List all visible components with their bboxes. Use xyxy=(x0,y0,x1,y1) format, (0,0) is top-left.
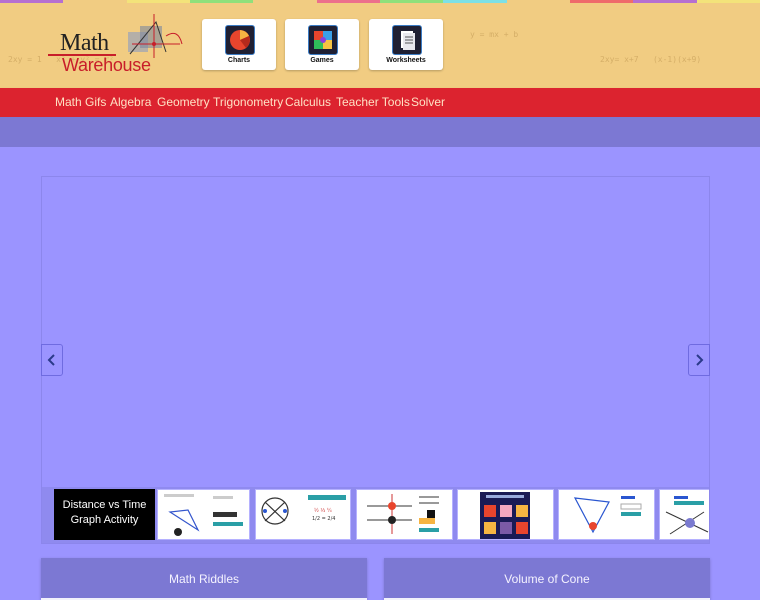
svg-text:1/2 = 2/4: 1/2 = 2/4 xyxy=(312,516,335,522)
svg-text:½ ⅓ ¼: ½ ⅓ ¼ xyxy=(314,507,332,514)
thumbnail-triangle-proof[interactable] xyxy=(558,489,655,540)
logo-text-math: Math xyxy=(60,30,109,56)
card-title: Volume of Cone xyxy=(504,572,590,586)
card-math-riddles[interactable]: Math Riddles xyxy=(41,558,367,600)
color-strip-segment xyxy=(253,0,317,3)
thumbnail-active[interactable]: Distance vs Time Graph Activity xyxy=(54,489,155,540)
tile-label: Charts xyxy=(227,57,251,64)
nav-item-calculus[interactable]: Calculus xyxy=(285,95,331,109)
tile-label: Games xyxy=(310,57,334,64)
logo-geometry-icon xyxy=(128,14,183,58)
site-logo[interactable]: Math Warehouse xyxy=(48,14,188,78)
color-strip-segment xyxy=(696,0,760,3)
tile-worksheets[interactable]: Worksheets xyxy=(369,19,443,70)
color-strip-segment xyxy=(189,0,254,3)
background-doodle: 2xy= x+7 (x-1)(x+9) xyxy=(600,55,702,64)
nav-item-trigonometry[interactable]: Trigonometry xyxy=(213,95,283,109)
tile-charts[interactable]: Charts xyxy=(202,19,276,70)
nav-item-algebra[interactable]: Algebra xyxy=(110,95,151,109)
thumbnail-volume-game[interactable] xyxy=(457,489,554,540)
thumbnail-triangle-angle[interactable] xyxy=(157,489,250,540)
worksheets-icon xyxy=(392,25,422,55)
color-strip-segment xyxy=(63,0,127,3)
nav-item-teacher-tools[interactable]: Teacher Tools xyxy=(336,95,410,109)
color-strip-segment xyxy=(316,0,380,3)
carousel-next-button[interactable] xyxy=(688,344,710,376)
triangle-angle-thumbnail xyxy=(164,494,243,536)
sub-nav-band xyxy=(0,117,760,147)
game-board-icon xyxy=(308,25,338,55)
volume-game-thumbnail xyxy=(480,492,530,539)
main-nav: Math Gifs Algebra Geometry Trigonometry … xyxy=(0,88,760,117)
color-strip-segment xyxy=(569,0,634,3)
nav-item-math-gifs[interactable]: Math Gifs xyxy=(55,95,106,109)
tile-games[interactable]: Games xyxy=(285,19,359,70)
card-title: Math Riddles xyxy=(168,572,240,586)
color-strip-segment xyxy=(126,0,190,3)
color-strip-segment xyxy=(633,0,697,3)
chevron-left-icon xyxy=(47,354,55,366)
tile-label: Worksheets xyxy=(386,57,426,64)
color-strip-segment xyxy=(379,0,444,3)
carousel-thumbnails: Distance vs Time Graph Activity ½ ⅓ ¼ 1/… xyxy=(42,487,709,543)
color-strip-segment xyxy=(506,0,570,3)
color-strip-segment xyxy=(0,0,64,3)
thumbnail-title: Distance vs Time Graph Activity xyxy=(62,499,147,526)
thumbnail-intersecting-lines[interactable] xyxy=(659,489,709,540)
chevron-right-icon xyxy=(696,354,704,366)
triangle-proof-thumbnail xyxy=(573,496,642,534)
nav-item-solver[interactable]: Solver xyxy=(411,95,445,109)
background-doodle: y = mx + b xyxy=(470,30,519,39)
nav-item-geometry[interactable]: Geometry xyxy=(157,95,210,109)
color-strip-segment xyxy=(443,0,507,3)
pie-chart-icon xyxy=(225,25,255,55)
thumbnail-circle-chords[interactable]: ½ ⅓ ¼ 1/2 = 2/4 xyxy=(255,489,351,540)
color-strip xyxy=(0,0,760,3)
circle-chords-thumbnail: ½ ⅓ ¼ 1/2 = 2/4 xyxy=(261,495,346,525)
card-volume-of-cone[interactable]: Volume of Cone xyxy=(384,558,710,600)
carousel-prev-button[interactable] xyxy=(41,344,63,376)
thumbnail-parallel-lines[interactable] xyxy=(356,489,453,540)
intersecting-lines-thumbnail xyxy=(665,496,709,535)
site-header: 2xy = 1 x² + y² = r² 2xy= x+7 (x-1)(x+9)… xyxy=(0,0,760,88)
parallel-lines-thumbnail xyxy=(367,494,439,534)
